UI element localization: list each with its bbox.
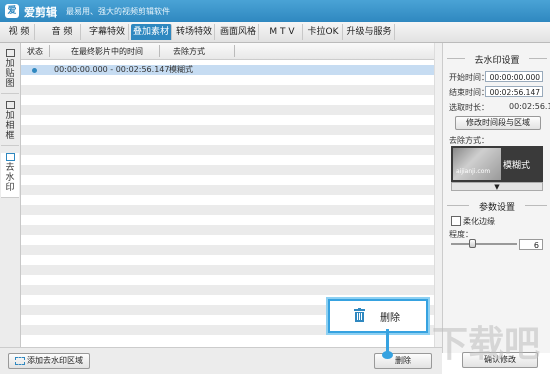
removal-method-label: 去除方式： bbox=[449, 136, 489, 145]
column-header-status[interactable]: 状态 bbox=[27, 46, 43, 57]
main-tab-bar: 视 频 音 频 字幕特效 叠加素材 转场特效 画面风格 M T V 卡拉OK 升… bbox=[0, 22, 550, 43]
start-time-label: 开始时间： bbox=[449, 73, 489, 82]
trash-icon bbox=[354, 308, 365, 322]
empty-row bbox=[21, 205, 434, 215]
params-section-title: 参数设置 bbox=[478, 203, 515, 213]
app-logo-icon: 爱 bbox=[5, 4, 19, 18]
method-thumb-text: aijianji.com bbox=[456, 168, 491, 175]
overlay-sidebar: 加贴图 加相框 去水印 bbox=[0, 43, 21, 353]
empty-row bbox=[21, 225, 434, 235]
row-method: 模糊式 bbox=[169, 65, 193, 74]
tab-subtitle-effects[interactable]: 字幕特效 bbox=[86, 24, 129, 40]
tab-picture-style[interactable]: 画面风格 bbox=[218, 24, 259, 40]
status-dot-icon bbox=[32, 68, 37, 73]
sidebar-item-label: 加相框 bbox=[5, 111, 15, 141]
tab-overlay-material[interactable]: 叠加素材 bbox=[131, 24, 172, 40]
degree-slider-handle[interactable] bbox=[468, 239, 476, 248]
column-header-time[interactable]: 在最终影片中的时间 bbox=[71, 46, 143, 57]
sidebar-item-label: 加贴图 bbox=[5, 59, 15, 89]
delete-callout: 删除 bbox=[328, 299, 428, 333]
table-scrollbar[interactable] bbox=[434, 43, 442, 347]
sticker-icon bbox=[5, 49, 15, 57]
tab-audio[interactable]: 音 频 bbox=[44, 24, 81, 40]
feather-edge-checkbox[interactable] bbox=[451, 216, 461, 226]
add-region-icon bbox=[15, 356, 25, 365]
degree-spinbox[interactable]: 6 bbox=[519, 239, 543, 250]
empty-row bbox=[21, 165, 434, 175]
empty-row bbox=[21, 245, 434, 255]
divider bbox=[525, 205, 547, 206]
tab-mtv[interactable]: M T V bbox=[262, 24, 303, 40]
duration-label: 选取时长： bbox=[449, 103, 489, 112]
empty-row bbox=[21, 125, 434, 135]
title-bar: 爱 爱剪辑 最易用、强大的视频剪辑软件 bbox=[0, 0, 550, 22]
watermark-icon bbox=[5, 153, 15, 161]
divider bbox=[529, 58, 547, 59]
empty-row bbox=[21, 265, 434, 275]
method-name: 模糊式 bbox=[503, 161, 531, 171]
feather-edge-label: 柔化边缘 bbox=[463, 217, 495, 226]
method-dropdown-arrow-icon[interactable]: ▼ bbox=[451, 182, 543, 191]
callout-pointer bbox=[382, 351, 393, 359]
frame-icon bbox=[5, 101, 15, 109]
app-slogan: 最易用、强大的视频剪辑软件 bbox=[66, 7, 170, 16]
empty-row bbox=[21, 145, 434, 155]
delete-label: 删除 bbox=[395, 356, 411, 365]
end-time-label: 结束时间： bbox=[449, 88, 489, 97]
modify-time-region-button[interactable]: 修改时间段与区域 bbox=[455, 116, 541, 130]
end-time-input[interactable]: 00:02:56.147 bbox=[485, 86, 543, 97]
sidebar-item-remove-watermark[interactable]: 去水印 bbox=[1, 153, 19, 198]
empty-row bbox=[21, 85, 434, 95]
empty-row bbox=[21, 105, 434, 115]
row-time-range: 00:00:00.000 - 00:02:56.147 bbox=[54, 65, 170, 74]
sidebar-item-add-frame[interactable]: 加相框 bbox=[1, 101, 19, 146]
svg-text:下载吧: 下载吧 bbox=[432, 324, 540, 365]
tab-karaoke[interactable]: 卡拉OK bbox=[304, 24, 343, 40]
removal-method-selector[interactable]: aijianji.com 模糊式 bbox=[451, 146, 543, 182]
column-divider bbox=[49, 45, 50, 57]
empty-row bbox=[21, 185, 434, 195]
table-row[interactable]: 00:00:00.000 - 00:02:56.147 模糊式 bbox=[21, 65, 434, 75]
bottom-toolbar: 添加去水印区域 删除 bbox=[0, 347, 442, 374]
watermark-settings-panel: 去水印设置 开始时间： 00:00:00.000 结束时间： 00:02:56.… bbox=[442, 43, 550, 353]
app-name: 爱剪辑 bbox=[24, 6, 57, 19]
start-time-input[interactable]: 00:00:00.000 bbox=[485, 71, 543, 82]
tab-transition-effects[interactable]: 转场特效 bbox=[174, 24, 215, 40]
duration-value: 00:02:56.147 bbox=[509, 102, 550, 111]
column-divider bbox=[159, 45, 160, 57]
degree-slider-track[interactable] bbox=[451, 243, 517, 245]
add-region-label: 添加去水印区域 bbox=[27, 356, 83, 365]
tab-upgrade-service[interactable]: 升级与服务 bbox=[344, 24, 395, 40]
add-watermark-region-button[interactable]: 添加去水印区域 bbox=[8, 353, 90, 369]
empty-row bbox=[21, 285, 434, 295]
column-header-method[interactable]: 去除方式 bbox=[173, 46, 205, 57]
callout-label: 删除 bbox=[380, 313, 400, 324]
sidebar-item-label: 去水印 bbox=[5, 163, 15, 193]
sidebar-item-add-sticker[interactable]: 加贴图 bbox=[1, 49, 19, 94]
method-preview-thumbnail: aijianji.com bbox=[453, 148, 501, 180]
column-divider bbox=[234, 45, 235, 57]
settings-section-title: 去水印设置 bbox=[474, 56, 520, 66]
table-header: 状态 在最终影片中的时间 去除方式 bbox=[21, 43, 434, 60]
site-watermark-logo: 下载吧 bbox=[432, 324, 540, 365]
tab-video[interactable]: 视 频 bbox=[4, 24, 35, 40]
